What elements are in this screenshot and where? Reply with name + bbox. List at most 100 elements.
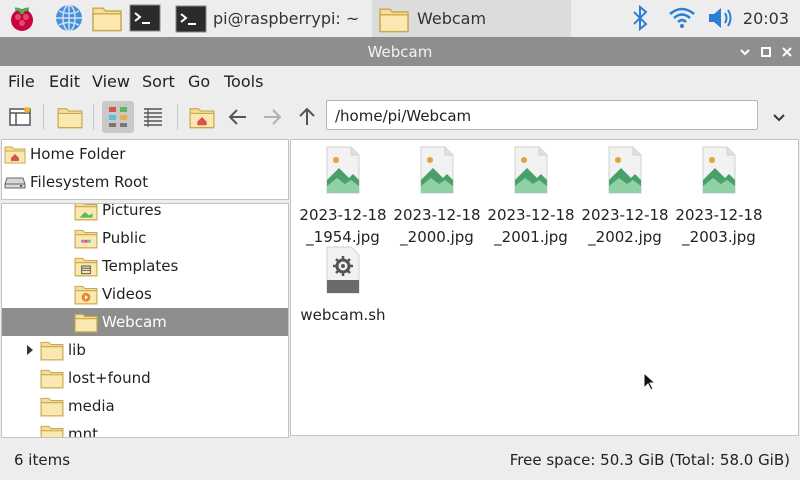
path-input[interactable]: /home/pi/Webcam xyxy=(326,100,758,130)
tree-item-public[interactable]: Public xyxy=(74,224,284,252)
tree-item-label: Webcam xyxy=(102,313,167,331)
image-file-icon xyxy=(608,146,642,194)
home-folder-icon xyxy=(189,105,215,129)
image-file-icon xyxy=(420,146,454,194)
places-pane: Home Folder Filesystem Root xyxy=(1,139,289,200)
home-button[interactable] xyxy=(186,101,218,133)
folder-icon xyxy=(40,339,64,361)
file-view[interactable]: 2023-12-18 _1954.jpg 2023-12-18 _2000.jpg … xyxy=(290,139,799,436)
tree-item-templates[interactable]: Templates xyxy=(74,252,284,280)
image-file-icon xyxy=(326,146,360,194)
new-window-button[interactable] xyxy=(4,101,36,133)
folder-icon xyxy=(40,395,64,417)
terminal-icon[interactable] xyxy=(129,4,163,32)
globe-icon[interactable] xyxy=(53,4,85,32)
new-window-icon xyxy=(9,107,31,126)
path-history-button[interactable] xyxy=(763,101,795,133)
tree-item-videos[interactable]: Videos xyxy=(74,280,284,308)
folder-icon xyxy=(40,423,64,438)
wifi-icon[interactable] xyxy=(667,4,697,32)
window-title: Webcam xyxy=(367,43,433,61)
list-view-button[interactable] xyxy=(137,101,169,133)
place-home-folder[interactable]: Home Folder xyxy=(4,141,125,167)
directory-tree: Pictures Public Templates Videos Webcam … xyxy=(1,203,289,438)
menu-tools[interactable]: Tools xyxy=(224,72,263,91)
menu-sort[interactable]: Sort xyxy=(142,72,175,91)
file-name: 2023-12-18 _2003.jpg xyxy=(675,206,763,246)
up-button[interactable] xyxy=(291,101,323,133)
icon-view-icon xyxy=(109,107,127,127)
file-name: 2023-12-18 _2000.jpg xyxy=(393,206,481,246)
tree-item-lost-found[interactable]: lost+found xyxy=(40,364,284,392)
tree-item-label: Pictures xyxy=(102,203,162,219)
tree-item-media[interactable]: media xyxy=(40,392,284,420)
videos-folder-icon xyxy=(74,283,98,305)
toolbar-separator xyxy=(43,104,44,130)
list-view-icon xyxy=(144,108,162,127)
tree-item-label: Videos xyxy=(102,285,152,303)
menu-go[interactable]: Go xyxy=(188,72,210,91)
place-label: Home Folder xyxy=(30,145,126,163)
tree-item-label: lost+found xyxy=(68,369,151,387)
place-filesystem-root[interactable]: Filesystem Root xyxy=(4,169,148,195)
tree-item-label: Templates xyxy=(102,257,179,275)
status-bar: 6 items Free space: 50.3 GiB (Total: 58.… xyxy=(0,438,800,480)
tree-item-label: mnt xyxy=(68,425,98,438)
file-item[interactable]: 2023-12-18 _2002.jpg xyxy=(580,140,670,248)
forward-arrow-icon xyxy=(264,109,282,125)
file-item[interactable]: 2023-12-18 _2003.jpg xyxy=(674,140,764,248)
chevron-down-icon xyxy=(773,114,785,122)
expand-arrow-icon[interactable] xyxy=(24,344,36,356)
free-space: Free space: 50.3 GiB (Total: 58.0 GiB) xyxy=(509,451,790,469)
new-folder-button[interactable] xyxy=(54,101,86,133)
folder-icon xyxy=(377,5,411,33)
image-file-icon xyxy=(514,146,548,194)
back-button[interactable] xyxy=(222,101,254,133)
file-name: webcam.sh xyxy=(300,306,386,324)
minimize-icon[interactable] xyxy=(737,44,753,60)
image-file-icon xyxy=(702,146,736,194)
menu-bar: File Edit View Sort Go Tools xyxy=(0,66,800,96)
place-label: Filesystem Root xyxy=(30,173,149,191)
home-folder-icon xyxy=(4,144,26,164)
folder-icon xyxy=(40,367,64,389)
file-item[interactable]: 2023-12-18 _1954.jpg xyxy=(298,140,388,248)
volume-icon[interactable] xyxy=(706,4,736,32)
script-file-icon xyxy=(326,246,360,294)
folder-icon[interactable] xyxy=(90,4,124,32)
tree-item-mnt[interactable]: mnt xyxy=(40,420,284,438)
menu-view[interactable]: View xyxy=(92,72,130,91)
pictures-folder-icon xyxy=(74,203,98,221)
back-arrow-icon xyxy=(228,109,246,125)
folder-icon xyxy=(74,311,98,333)
menu-file[interactable]: File xyxy=(8,72,35,91)
terminal-icon xyxy=(175,5,207,32)
mouse-cursor-icon xyxy=(643,372,657,391)
clock[interactable]: 20:03 xyxy=(743,9,789,28)
file-item[interactable]: 2023-12-18 _2001.jpg xyxy=(486,140,576,248)
tree-item-pictures[interactable]: Pictures xyxy=(74,203,284,224)
tree-item-label: media xyxy=(68,397,115,415)
forward-button[interactable] xyxy=(256,101,288,133)
file-item[interactable]: webcam.sh xyxy=(298,240,388,326)
window-titlebar[interactable]: Webcam xyxy=(0,37,800,66)
file-name: 2023-12-18 _2001.jpg xyxy=(487,206,575,246)
tree-item-label: Public xyxy=(102,229,147,247)
close-icon[interactable] xyxy=(779,44,795,60)
tree-item-webcam[interactable]: Webcam xyxy=(2,308,288,336)
maximize-icon[interactable] xyxy=(758,44,774,60)
new-folder-icon xyxy=(57,105,83,129)
taskbar-task-webcam[interactable]: Webcam xyxy=(372,0,571,37)
taskbar: pi@raspberrypi: ~ Webcam 20:03 xyxy=(0,0,800,37)
drive-icon xyxy=(4,177,26,189)
file-item[interactable]: 2023-12-18 _2000.jpg xyxy=(392,140,482,248)
raspberry-icon[interactable] xyxy=(6,4,38,32)
tree-item-lib[interactable]: lib xyxy=(24,336,284,364)
menu-edit[interactable]: Edit xyxy=(49,72,80,91)
tree-item-label: lib xyxy=(68,341,86,359)
item-count: 6 items xyxy=(14,451,71,469)
up-arrow-icon xyxy=(299,107,315,125)
icon-view-button[interactable] xyxy=(102,101,134,133)
taskbar-task-terminal[interactable]: pi@raspberrypi: ~ xyxy=(170,0,370,37)
bluetooth-icon[interactable] xyxy=(630,4,650,32)
